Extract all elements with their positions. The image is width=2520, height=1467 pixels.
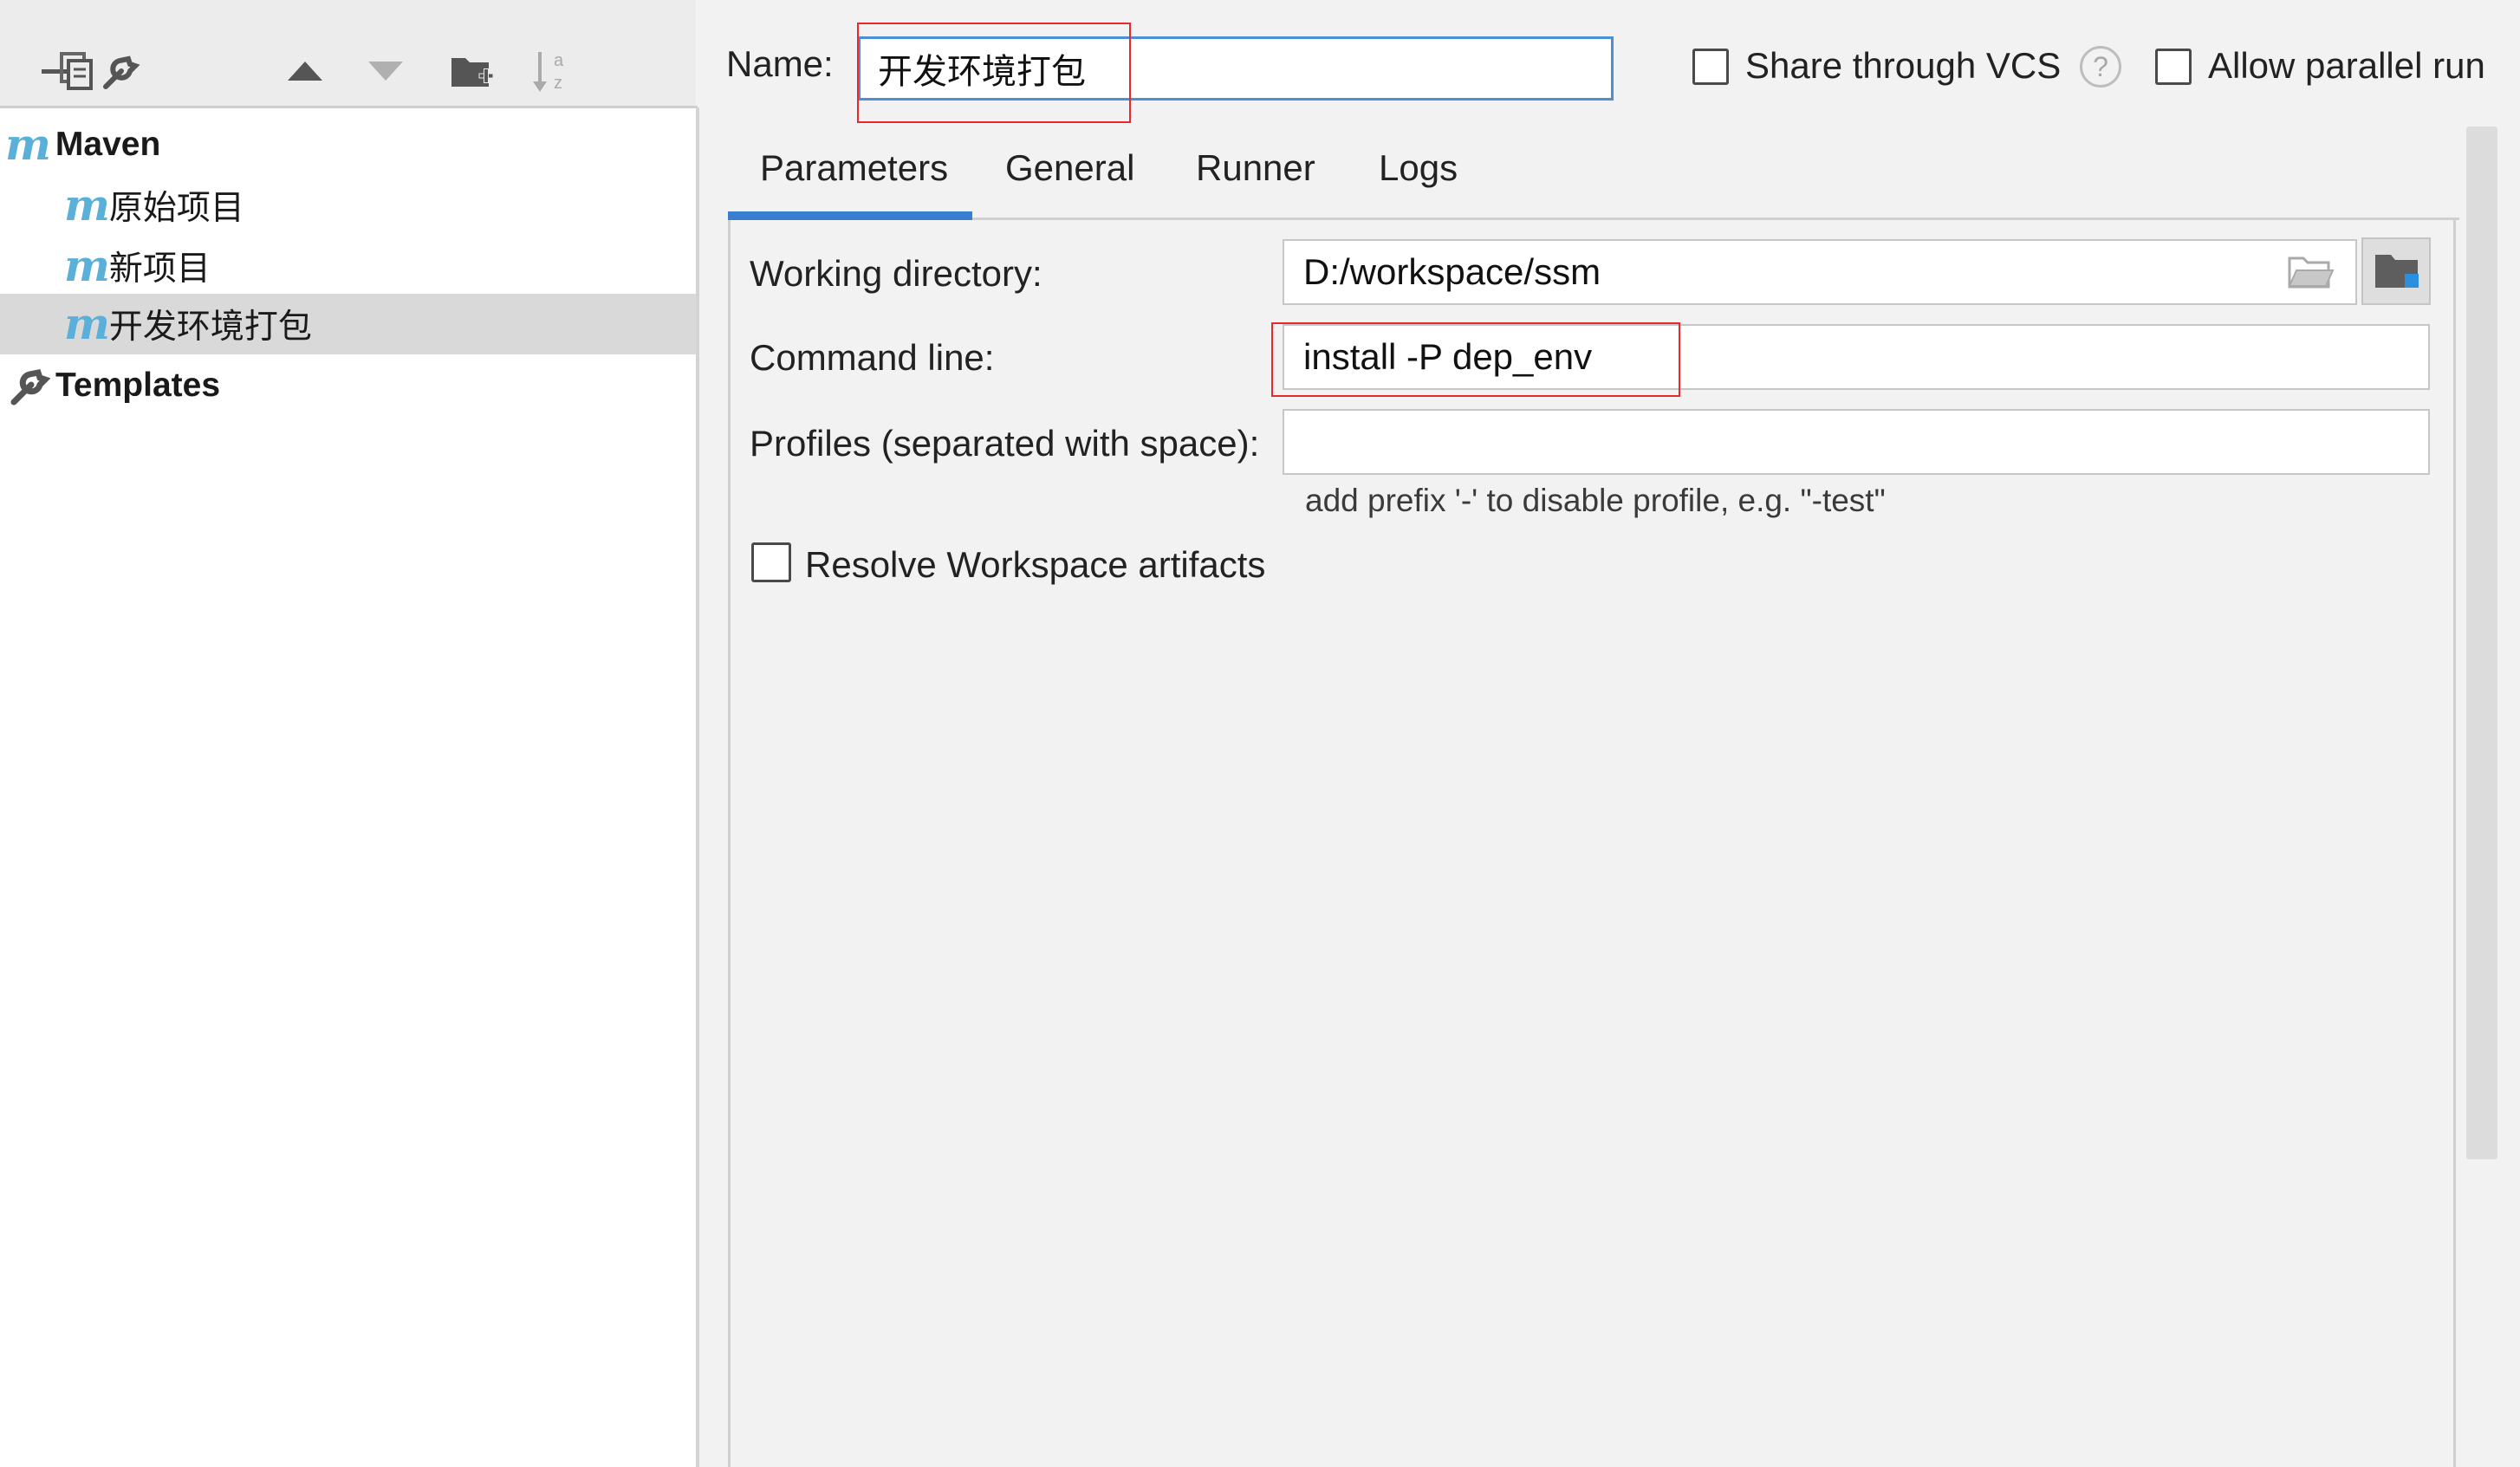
allow-parallel-label: Allow parallel run <box>2208 45 2485 86</box>
parameters-panel <box>728 220 2456 1467</box>
folder-add-icon <box>451 58 494 87</box>
edit-defaults-button[interactable] <box>94 38 146 104</box>
browse-module-button[interactable] <box>2361 237 2431 305</box>
move-up-button[interactable] <box>279 38 331 104</box>
profiles-hint: add prefix '-' to disable profile, e.g. … <box>1305 483 1886 518</box>
name-label: Name: <box>726 43 834 84</box>
profiles-label: Profiles (separated with space): <box>750 423 1260 464</box>
tab-logs[interactable]: Logs <box>1379 147 1458 189</box>
move-down-button[interactable] <box>360 38 412 104</box>
tree-item-label: 新项目 <box>108 250 211 288</box>
help-glyph: ? <box>2093 50 2108 82</box>
share-vcs-checkbox[interactable] <box>1692 49 1729 85</box>
tab-parameters[interactable]: Parameters <box>760 147 948 189</box>
pane-divider[interactable] <box>696 107 699 1467</box>
wrench-icon <box>10 368 50 406</box>
sort-button[interactable]: a z <box>527 38 579 104</box>
tree-item-config-selected[interactable]: m 开发环境打包 <box>0 294 696 354</box>
resolve-workspace-label: Resolve Workspace artifacts <box>805 544 1266 585</box>
new-folder-button[interactable] <box>446 38 498 104</box>
run-config-toolbar: a z <box>0 0 696 107</box>
svg-text:a: a <box>554 51 564 70</box>
active-tab-indicator <box>728 211 972 220</box>
maven-icon: m <box>64 179 110 230</box>
resolve-workspace-checkbox[interactable] <box>751 542 791 582</box>
tree-item-templates[interactable]: Templates <box>0 355 696 416</box>
share-vcs-label: Share through VCS <box>1745 45 2062 86</box>
annotation-highlight-command <box>1271 322 1680 397</box>
tab-runner[interactable]: Runner <box>1196 147 1315 189</box>
allow-parallel-checkbox[interactable] <box>2155 49 2192 85</box>
tree-item-label: Maven <box>55 126 161 163</box>
working-directory-field[interactable]: D:/workspace/ssm <box>1283 239 2357 305</box>
folder-open-icon[interactable] <box>2288 253 2335 289</box>
wrench-icon <box>103 55 140 89</box>
svg-text:z: z <box>554 74 562 93</box>
vertical-scrollbar[interactable] <box>2466 127 2497 1159</box>
tree-item-config[interactable]: m 原始项目 <box>0 175 696 236</box>
tree-item-config[interactable]: m 新项目 <box>0 236 696 296</box>
tree-item-label: 开发环境打包 <box>108 308 312 346</box>
tab-general[interactable]: General <box>1005 147 1134 189</box>
maven-icon: m <box>64 298 110 349</box>
working-directory-label: Working directory: <box>750 253 1042 294</box>
profiles-field[interactable] <box>1283 409 2430 475</box>
maven-icon: m <box>5 119 51 170</box>
copy-icon <box>60 52 93 90</box>
module-folder-icon <box>2375 255 2419 288</box>
run-config-tree: m Maven m 原始项目 m 新项目 m 开发环境打包 Templates <box>0 108 696 1467</box>
arrow-down-icon <box>368 62 403 81</box>
sort-alpha-icon: a z <box>533 51 564 93</box>
maven-icon: m <box>64 240 110 291</box>
help-icon[interactable]: ? <box>2080 46 2121 88</box>
command-line-label: Command line: <box>750 337 995 378</box>
tree-item-label: 原始项目 <box>108 190 244 227</box>
tree-item-label: Templates <box>55 367 221 404</box>
arrow-up-icon <box>288 62 322 81</box>
tree-item-maven[interactable]: m Maven <box>0 114 696 175</box>
annotation-highlight-name <box>857 23 1131 123</box>
